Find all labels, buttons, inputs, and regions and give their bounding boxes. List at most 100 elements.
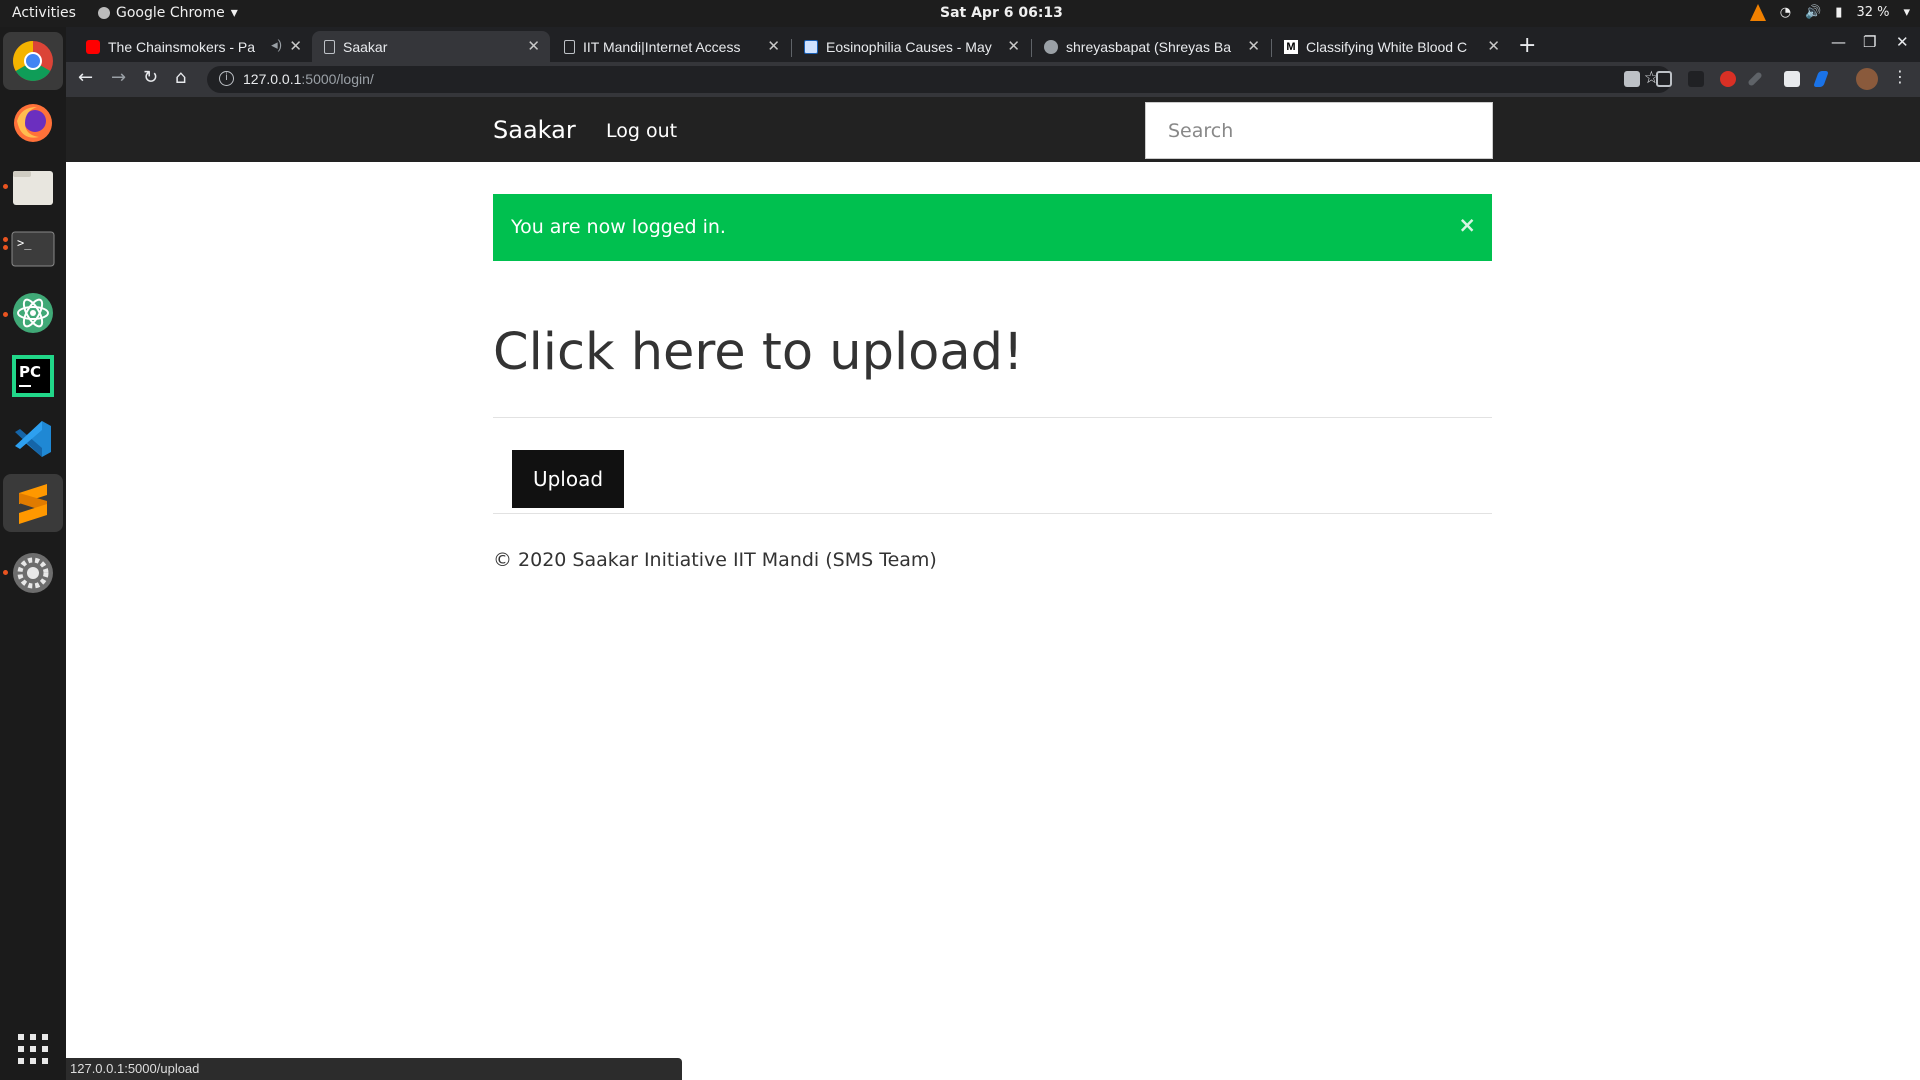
close-icon[interactable]: ✕ [527, 37, 540, 55]
site-navbar: Saakar Log out [66, 97, 1920, 162]
files-icon [13, 171, 53, 205]
dock-firefox[interactable] [9, 99, 57, 147]
browser-toolbar: ← → ↻ ⌂ i 127.0.0.1:5000/login/ ⚷ ☆ ⋮ [66, 62, 1920, 97]
chrome-small-icon [98, 7, 110, 19]
volume-icon: 🔊 [1805, 5, 1822, 20]
sublime-text-icon [19, 484, 47, 524]
page-heading: Click here to upload! [493, 323, 1024, 382]
page-icon [324, 39, 335, 54]
running-indicator [3, 312, 8, 317]
page-icon [564, 39, 575, 54]
forward-arrow-icon[interactable]: → [111, 67, 126, 88]
address-bar[interactable]: i 127.0.0.1:5000/login/ ⚷ ☆ [207, 66, 1672, 93]
profile-avatar[interactable] [1856, 68, 1878, 90]
close-icon[interactable]: ✕ [1487, 37, 1500, 55]
extension-icon[interactable] [1813, 71, 1829, 87]
url-host: 127.0.0.1 [243, 71, 302, 87]
tab-github[interactable]: shreyasbapat (Shreyas Ba ✕ [1032, 31, 1270, 62]
info-icon[interactable]: i [219, 71, 234, 86]
minimize-icon[interactable]: — [1831, 33, 1846, 51]
svg-text:PC: PC [19, 363, 41, 381]
close-icon[interactable]: ✕ [1247, 37, 1260, 55]
page-viewport: Saakar Log out You are now logged in. × … [66, 97, 1920, 1080]
vlc-icon[interactable] [1749, 4, 1766, 21]
tab-title: Saakar [343, 38, 388, 55]
url-path: :5000/login/ [301, 71, 374, 87]
dock-pycharm[interactable]: PC [9, 352, 57, 400]
logout-link[interactable]: Log out [606, 120, 677, 142]
dock-vscode[interactable] [9, 415, 57, 463]
vscode-icon [15, 421, 51, 457]
dock: >_ PC [0, 27, 66, 1080]
tab-saakar[interactable]: Saakar ✕ [312, 31, 550, 62]
dock-sublime[interactable] [3, 474, 63, 532]
running-indicator [3, 237, 8, 242]
divider [493, 417, 1492, 418]
tab-title: Eosinophilia Causes - May [826, 38, 992, 55]
tab-youtube[interactable]: The Chainsmokers - Pa ◂) ✕ [74, 31, 312, 62]
restore-icon[interactable]: ❐ [1863, 33, 1876, 51]
pycharm-icon: PC [12, 355, 54, 397]
system-top-bar: Activities Google Chrome ▾ Sat Apr 6 06:… [0, 0, 1920, 27]
search-input[interactable] [1145, 102, 1493, 159]
firefox-icon [14, 104, 52, 142]
back-arrow-icon[interactable]: ← [78, 67, 93, 88]
tab-title: The Chainsmokers - Pa [108, 38, 256, 55]
tab-title: Classifying White Blood C [1306, 38, 1468, 55]
app-menu[interactable]: Google Chrome ▾ [98, 5, 238, 21]
dock-atom[interactable] [9, 289, 57, 337]
new-tab-plus-icon[interactable]: + [1518, 33, 1536, 58]
terminal-icon: >_ [11, 231, 55, 267]
window-close-icon[interactable]: ✕ [1896, 33, 1909, 51]
tab-strip: The Chainsmokers - Pa ◂) ✕ Saakar ✕ IIT … [66, 27, 1920, 62]
mayo-clinic-icon [804, 39, 818, 54]
close-icon[interactable]: ✕ [1007, 37, 1020, 55]
dock-terminal[interactable]: >_ [9, 225, 57, 273]
tab-mayo[interactable]: Eosinophilia Causes - May ✕ [792, 31, 1030, 62]
tab-title: shreyasbapat (Shreyas Ba [1066, 38, 1231, 55]
dropdown-arrow-icon: ▾ [230, 5, 238, 21]
home-icon[interactable]: ⌂ [175, 67, 186, 88]
running-indicator [3, 245, 8, 250]
link-status-bar: 127.0.0.1:5000/upload [66, 1058, 682, 1080]
battery-percent: 32 % [1856, 5, 1890, 20]
app-grid-icon [18, 1034, 48, 1064]
audio-playing-icon: ◂) [271, 37, 282, 52]
extension-icon[interactable] [1656, 71, 1672, 87]
running-indicator [3, 570, 8, 575]
settings-gear-icon [13, 553, 53, 593]
url-text[interactable]: 127.0.0.1:5000/login/ [243, 71, 374, 87]
page-footer: © 2020 Saakar Initiative IIT Mandi (SMS … [493, 549, 937, 571]
youtube-icon [86, 39, 100, 54]
activities-button[interactable]: Activities [12, 5, 76, 21]
dock-chrome[interactable] [3, 32, 63, 90]
chrome-icon [13, 41, 53, 81]
adblock-icon[interactable] [1720, 71, 1736, 87]
alert-close-icon[interactable]: × [1458, 213, 1476, 237]
github-icon [1044, 39, 1058, 54]
extension-icon[interactable] [1784, 71, 1800, 87]
show-applications-button[interactable] [9, 1025, 57, 1073]
pen-extension-icon[interactable] [1747, 71, 1763, 87]
close-icon[interactable]: ✕ [289, 37, 302, 55]
medium-icon: M [1284, 39, 1298, 54]
system-tray[interactable]: ◔ 🔊 ▮ 32 % ▾ [1749, 4, 1910, 21]
tab-title: IIT Mandi|Internet Access [583, 38, 741, 55]
divider [493, 513, 1492, 514]
system-menu-arrow-icon: ▾ [1903, 5, 1910, 20]
dock-settings[interactable] [9, 549, 57, 597]
wifi-icon: ◔ [1779, 5, 1792, 20]
tab-iit-mandi[interactable]: IIT Mandi|Internet Access ✕ [552, 31, 790, 62]
running-indicator [3, 184, 8, 189]
close-icon[interactable]: ✕ [767, 37, 780, 55]
success-alert: You are now logged in. × [493, 194, 1492, 261]
reload-icon[interactable]: ↻ [143, 67, 158, 88]
upload-button[interactable]: Upload [512, 450, 624, 508]
tab-medium[interactable]: M Classifying White Blood C ✕ [1272, 31, 1510, 62]
camera-extension-icon[interactable] [1624, 71, 1640, 87]
chrome-menu-icon[interactable]: ⋮ [1892, 67, 1908, 86]
clock[interactable]: Sat Apr 6 06:13 [940, 5, 1063, 21]
extension-icon[interactable] [1688, 71, 1704, 87]
site-brand-link[interactable]: Saakar [493, 116, 576, 144]
dock-files[interactable] [9, 163, 57, 211]
